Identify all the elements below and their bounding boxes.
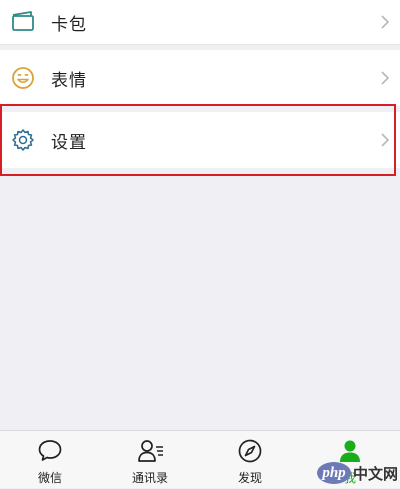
tab-me[interactable]: 我 [300, 431, 400, 489]
menu-item-emoji[interactable]: 表情 [0, 50, 400, 106]
chevron-right-icon [379, 131, 391, 149]
menu-item-label: 设置 [51, 132, 87, 153]
tab-chats[interactable]: 微信 [0, 431, 100, 489]
menu-item-label: 表情 [51, 70, 87, 91]
tab-discover[interactable]: 发现 [200, 431, 300, 489]
divider [0, 44, 400, 45]
tab-contacts[interactable]: 通讯录 [100, 431, 200, 489]
tab-label: 发现 [237, 471, 262, 485]
tab-label: 微信 [37, 471, 62, 485]
gear-icon [10, 127, 36, 153]
empty-area [0, 176, 400, 430]
person-icon [337, 438, 363, 464]
contacts-icon [137, 438, 163, 464]
tab-label: 通讯录 [131, 471, 168, 485]
menu-item-card-wallet[interactable]: 卡包 [0, 0, 400, 44]
chevron-right-icon [379, 13, 391, 31]
chat-bubble-icon [37, 438, 63, 464]
bottom-tab-bar: 微信 通讯录 发现 我 [0, 430, 400, 488]
menu-item-label: 卡包 [51, 14, 87, 35]
card-wallet-icon [10, 9, 36, 35]
chevron-right-icon [379, 69, 391, 87]
emoji-icon [10, 65, 36, 91]
compass-icon [237, 438, 263, 464]
tab-label: 我 [343, 471, 356, 485]
menu-item-settings[interactable]: 设置 [0, 112, 400, 168]
